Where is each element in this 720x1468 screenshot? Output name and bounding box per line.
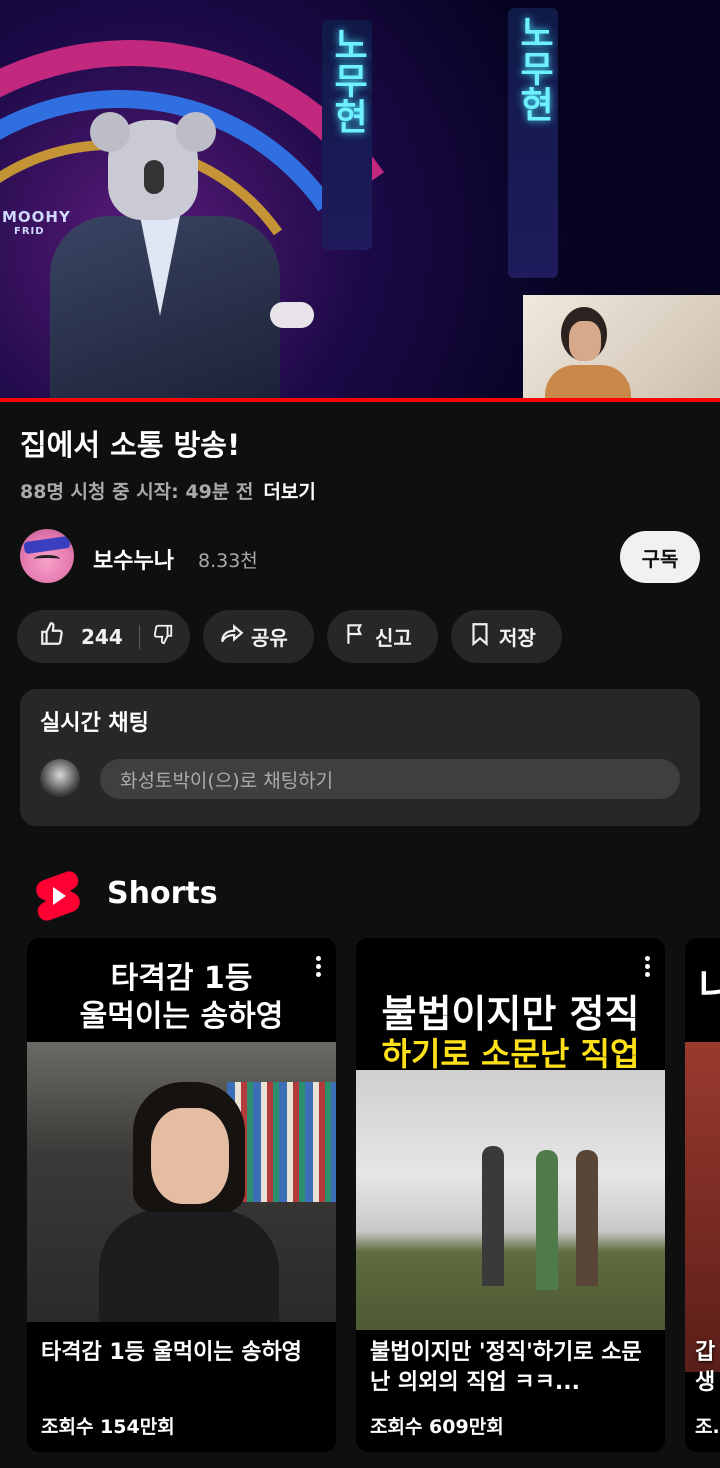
video-progress-bar[interactable]: [0, 398, 720, 402]
short-views: 조.: [695, 1416, 720, 1438]
save-button[interactable]: 저장: [451, 610, 562, 663]
short-thumbnail: [356, 1070, 665, 1330]
led-sign: 노무현: [322, 20, 372, 250]
short-thumbnail: [685, 1042, 720, 1372]
channel-name[interactable]: 보수누나: [93, 543, 174, 575]
bookmark-icon: [467, 621, 493, 652]
short-headline: 타격감 1등 울먹이는 송하영: [79, 961, 284, 1034]
share-button[interactable]: 공유: [203, 610, 314, 663]
short-headline: 나: [699, 965, 720, 1009]
report-label: 신고: [375, 626, 412, 650]
more-vert-icon[interactable]: [314, 956, 322, 978]
save-label: 저장: [499, 626, 536, 650]
progress-fill: [0, 398, 720, 402]
streamer-camera: [523, 295, 720, 402]
subscriber-count: 8.33천: [198, 550, 258, 572]
share-icon: [219, 621, 245, 652]
thumbs-down-icon[interactable]: [152, 623, 174, 650]
divider: [138, 624, 140, 649]
more-vert-icon[interactable]: [643, 956, 651, 978]
short-headline-highlight: 하기로 소문난 직업: [381, 1035, 640, 1073]
short-card[interactable]: 나 갑 생 조.: [685, 938, 720, 1452]
report-button[interactable]: 신고: [327, 610, 438, 663]
share-label: 공유: [251, 626, 288, 650]
short-thumbnail: [27, 1042, 336, 1322]
short-title: 불법이지만 '정직'하기로 소문난 의외의 직업 ㅋㅋ...: [370, 1340, 642, 1395]
user-avatar: [40, 759, 80, 799]
video-title[interactable]: 집에서 소통 방송!: [20, 422, 240, 464]
shorts-logo-icon: [36, 871, 80, 921]
chat-input[interactable]: 화성토박이(으)로 채팅하기: [100, 759, 680, 799]
koala-avatar: [30, 112, 314, 402]
short-views: 조회수 154만회: [41, 1416, 175, 1438]
channel-avatar[interactable]: [20, 529, 74, 583]
short-views: 조회수 609만회: [370, 1416, 504, 1438]
short-title: 갑 생: [695, 1340, 716, 1395]
short-headline: 불법이지만 정직: [381, 992, 640, 1036]
thumbs-up-icon[interactable]: [39, 621, 65, 652]
flag-icon: [343, 621, 369, 652]
short-card[interactable]: 타격감 1등 울먹이는 송하영 타격감 1등 울먹이는 송하영 조회수 154만…: [27, 938, 336, 1452]
more-link[interactable]: 더보기: [263, 481, 315, 503]
live-chat-panel[interactable]: 실시간 채팅: [20, 689, 700, 826]
shorts-heading: Shorts: [107, 876, 218, 911]
short-card[interactable]: 불법이지만 정직 하기로 소문난 직업 불법이지만 '정직'하기로 소문난 의외…: [356, 938, 665, 1452]
short-title: 타격감 1등 울먹이는 송하영: [41, 1340, 302, 1365]
viewer-count-and-start: 88명 시청 중 시작: 49분 전: [20, 481, 254, 503]
video-player[interactable]: 노무현 노무현 MOOHY FRID: [0, 0, 720, 402]
live-chat-title: 실시간 채팅: [40, 711, 149, 736]
like-count[interactable]: 244: [81, 625, 123, 649]
video-meta[interactable]: 88명 시청 중 시작: 49분 전 더보기: [20, 477, 316, 504]
like-dislike-group: 244: [17, 610, 190, 663]
led-sign: 노무현: [508, 8, 558, 278]
subscribe-button[interactable]: 구독: [620, 531, 700, 583]
